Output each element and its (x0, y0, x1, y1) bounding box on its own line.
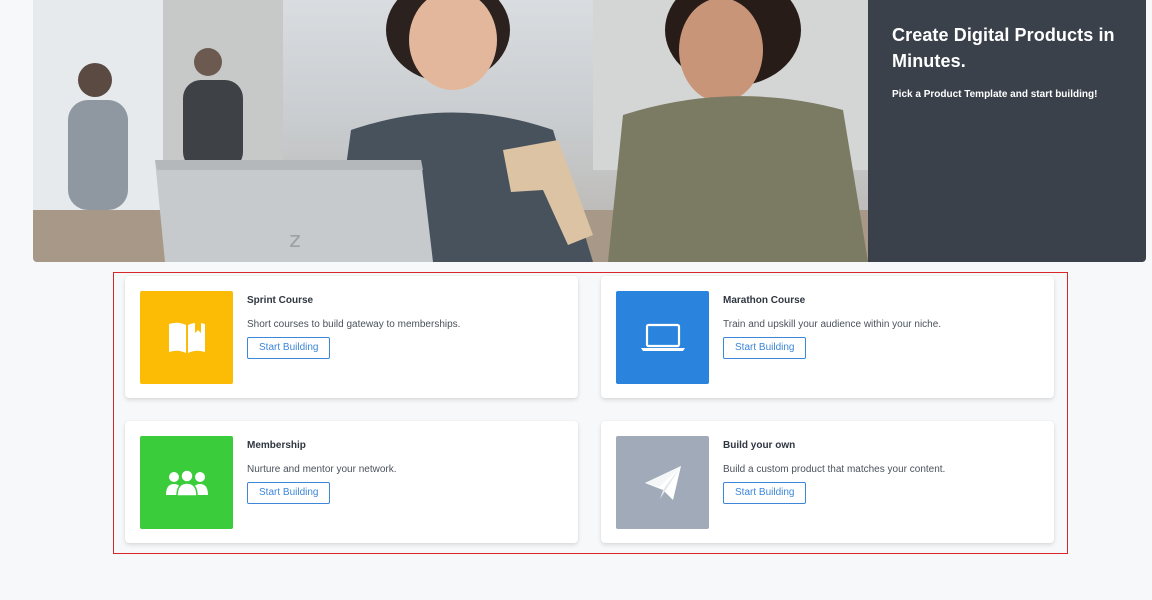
hero-banner: z Create Digital Products in Minutes. Pi… (33, 0, 1146, 262)
card-title: Membership (247, 440, 306, 451)
card-description: Build a custom product that matches your… (723, 464, 946, 475)
start-building-button[interactable]: Start Building (247, 337, 331, 359)
svg-text:z: z (289, 228, 301, 253)
hero-subtitle: Pick a Product Template and start buildi… (892, 89, 1098, 100)
hero-illustration: z (33, 0, 868, 262)
card-description: Nurture and mentor your network. (247, 464, 397, 475)
book-icon (140, 291, 233, 384)
template-card-marathon-course[interactable]: Marathon Course Train and upskill your a… (601, 276, 1054, 398)
paper-plane-icon (616, 436, 709, 529)
start-building-button[interactable]: Start Building (723, 482, 807, 504)
hero-title: Create Digital Products in Minutes. (892, 25, 1115, 71)
start-building-button[interactable]: Start Building (247, 482, 331, 504)
card-description: Short courses to build gateway to member… (247, 319, 461, 330)
card-title: Marathon Course (723, 295, 806, 306)
card-description: Train and upskill your audience within y… (723, 319, 942, 330)
laptop-icon (616, 291, 709, 384)
card-title: Sprint Course (247, 295, 314, 306)
group-icon (140, 436, 233, 529)
template-card-sprint-course[interactable]: Sprint Course Short courses to build gat… (125, 276, 578, 398)
template-card-membership[interactable]: Membership Nurture and mentor your netwo… (125, 421, 578, 543)
template-card-build-your-own[interactable]: Build your own Build a custom product th… (601, 421, 1054, 543)
hero-photo: z (33, 0, 868, 262)
card-title: Build your own (723, 440, 796, 451)
start-building-button[interactable]: Start Building (723, 337, 807, 359)
hero-text-panel: Create Digital Products in Minutes. Pick… (868, 0, 1146, 262)
